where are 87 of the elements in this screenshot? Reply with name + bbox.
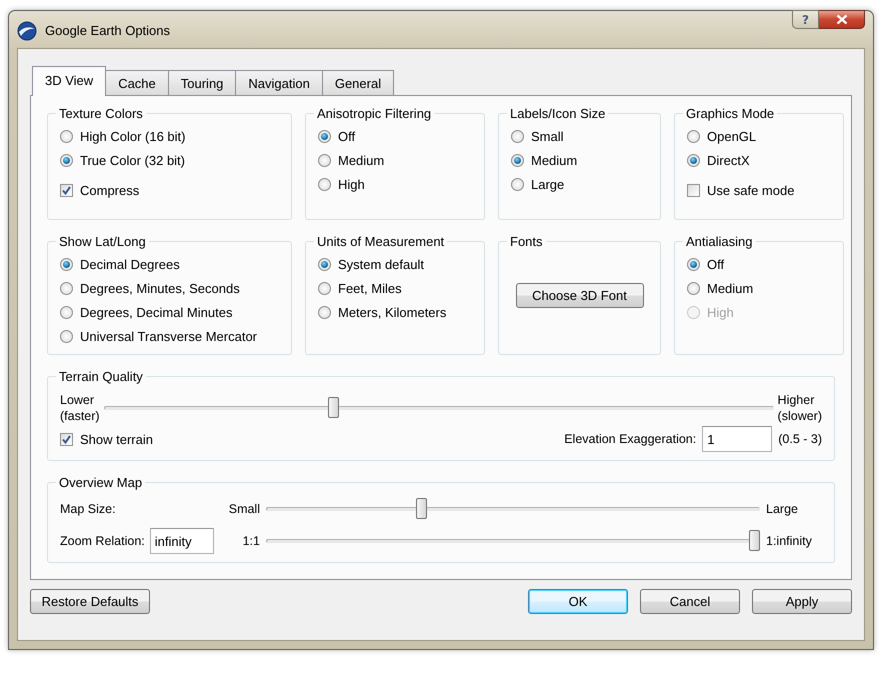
radio-button[interactable] <box>511 130 524 143</box>
checkbox[interactable] <box>60 432 73 446</box>
radio-label: Small <box>531 129 564 144</box>
radio-label: Feet, Miles <box>338 281 402 296</box>
radio-label: Meters, Kilometers <box>338 305 446 320</box>
radio-label: Medium <box>707 281 754 296</box>
radio-label: True Color (32 bit) <box>80 153 185 168</box>
radio-label: Degrees, Decimal Minutes <box>80 305 232 320</box>
slider-thumb[interactable] <box>328 397 339 418</box>
radio-label: Decimal Degrees <box>80 257 180 272</box>
radio-button[interactable] <box>687 282 700 295</box>
globe-icon <box>17 21 37 41</box>
radio-button[interactable] <box>511 178 524 191</box>
radio-button[interactable] <box>60 282 73 295</box>
checkbox-label: Compress <box>80 183 140 198</box>
field-label: Elevation Exaggeration: <box>564 432 696 446</box>
group-title: Antialiasing <box>685 234 754 249</box>
radio-label: Off <box>338 129 356 144</box>
radio-label: Universal Transverse Mercator <box>80 329 257 344</box>
group-title: Overview Map <box>58 475 144 490</box>
radio-button[interactable] <box>318 130 331 143</box>
dialog-button[interactable]: Apply <box>752 589 852 614</box>
radio-button[interactable] <box>60 130 73 143</box>
dialog-button[interactable]: Cancel <box>640 589 740 614</box>
radio-button[interactable] <box>687 258 700 271</box>
radio-label: DirectX <box>707 153 750 168</box>
radio-button[interactable] <box>318 154 331 167</box>
radio-label: High Color (16 bit) <box>80 129 186 144</box>
radio-button[interactable] <box>60 258 73 271</box>
slider-max-note: (slower) <box>778 408 822 424</box>
field-label: Zoom Relation: <box>60 534 145 548</box>
text-field[interactable]: 1 <box>702 426 772 452</box>
group-title: Show Lat/Long <box>58 234 147 249</box>
group-title: Units of Measurement <box>316 234 446 249</box>
radio-button[interactable] <box>318 258 331 271</box>
dialog-button[interactable]: OK <box>528 589 628 614</box>
radio-button[interactable] <box>60 330 73 343</box>
group-title: Texture Colors <box>58 106 144 121</box>
radio-button[interactable] <box>318 282 331 295</box>
tab[interactable]: General <box>322 70 394 95</box>
radio-button[interactable] <box>511 154 524 167</box>
slider-min-label: Small <box>228 502 260 516</box>
slider-min-label: Lower <box>60 392 96 408</box>
radio-label: Large <box>531 177 564 192</box>
slider-max-label: 1:infinity <box>766 534 812 548</box>
window-title: Google Earth Options <box>45 23 170 38</box>
field-label: Map Size: <box>60 502 116 516</box>
radio-label: High <box>338 177 365 192</box>
help-button[interactable]: ? <box>792 10 819 29</box>
radio-label: Medium <box>531 153 578 168</box>
dialog-button[interactable]: Restore Defaults <box>30 589 150 614</box>
slider-min-label: 1:1 <box>242 534 260 548</box>
radio-button[interactable] <box>60 306 73 319</box>
slider-max-label: Higher <box>778 392 816 408</box>
checkbox[interactable] <box>60 184 73 197</box>
checkbox[interactable] <box>687 184 700 197</box>
font-button[interactable]: Choose 3D Font <box>516 283 644 308</box>
text-field[interactable]: infinity <box>150 528 214 554</box>
group-title: Labels/Icon Size <box>509 106 606 121</box>
close-button[interactable] <box>819 10 865 29</box>
radio-label: High <box>707 305 734 320</box>
radio-button[interactable] <box>687 130 700 143</box>
tab[interactable]: Touring <box>168 70 236 95</box>
checkbox-label: Use safe mode <box>707 183 794 198</box>
slider-thumb[interactable] <box>749 530 760 551</box>
range-hint: (0.5 - 3) <box>778 432 822 446</box>
slider-max-label: Large <box>766 502 798 516</box>
tab[interactable]: Cache <box>105 70 169 95</box>
group-title: Fonts <box>509 234 544 249</box>
group-title: Terrain Quality <box>58 369 144 384</box>
radio-label: Degrees, Minutes, Seconds <box>80 281 240 296</box>
tab[interactable]: Navigation <box>235 70 323 95</box>
radio-label: Medium <box>338 153 384 168</box>
radio-button[interactable] <box>60 154 73 167</box>
slider-thumb[interactable] <box>416 498 427 519</box>
checkbox-label: Show terrain <box>80 432 153 446</box>
slider-min-note: (faster) <box>60 408 100 424</box>
radio-label: OpenGL <box>707 129 756 144</box>
group-title: Graphics Mode <box>685 106 776 121</box>
group-title: Anisotropic Filtering <box>316 106 432 121</box>
radio-label: Off <box>707 257 724 272</box>
tab[interactable]: 3D View <box>32 66 106 96</box>
close-icon <box>836 14 848 25</box>
radio-button[interactable] <box>318 178 331 191</box>
radio-label: System default <box>338 257 424 272</box>
radio-button[interactable] <box>318 306 331 319</box>
radio-button[interactable] <box>687 154 700 167</box>
